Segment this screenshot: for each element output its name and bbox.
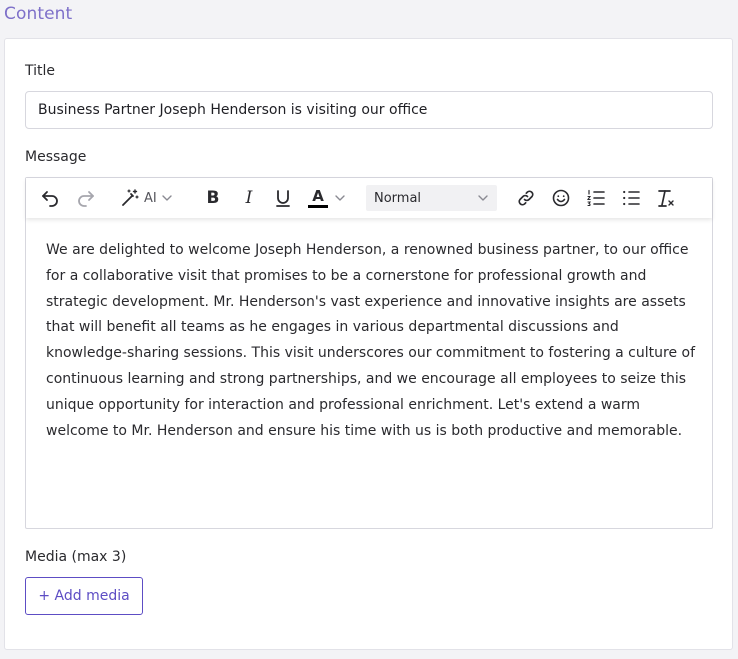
redo-button[interactable] [74,185,98,211]
link-button[interactable] [514,185,538,211]
ordered-list-button[interactable] [584,185,608,211]
title-label: Title [25,63,56,79]
text-color-icon: A [308,188,328,208]
undo-button[interactable] [38,185,62,211]
chevron-down-icon [478,195,488,201]
bullet-list-button[interactable] [619,185,643,211]
redo-icon [78,191,94,207]
underline-button[interactable] [272,185,294,211]
clear-format-icon [658,190,674,207]
clear-format-button[interactable] [654,185,678,211]
add-media-button[interactable]: + Add media [25,577,143,615]
ordered-list-icon [586,189,605,207]
section-heading: Content [4,4,73,24]
chevron-down-icon [162,195,172,201]
title-input[interactable] [25,91,713,129]
link-icon [518,190,534,206]
text-color-glyph: A [312,187,324,205]
message-label: Message [25,149,87,165]
format-select-value: Normal [374,190,422,206]
editor-toolbar: AI B I A Normal [26,178,712,218]
magic-wand-icon [122,189,139,206]
emoji-button[interactable] [549,185,573,211]
ai-label: AI [144,190,157,206]
media-label: Media (max 3) [25,549,127,565]
format-select[interactable]: Normal [366,185,497,211]
bullet-list-icon [623,190,640,206]
text-color-button[interactable]: A [308,185,354,211]
ai-assist-button[interactable]: AI [120,185,182,211]
italic-button[interactable]: I [238,185,260,211]
bold-button[interactable]: B [202,185,224,211]
content-card: Title Message AI [4,38,733,650]
message-body[interactable]: We are delighted to welcome Joseph Hende… [46,238,696,444]
undo-icon [42,191,58,207]
chevron-down-icon [335,195,345,201]
message-editor: AI B I A Normal We are delighted to welc… [25,177,713,529]
emoji-icon [552,189,570,207]
text-color-swatch [308,205,328,208]
underline-icon [276,190,290,207]
